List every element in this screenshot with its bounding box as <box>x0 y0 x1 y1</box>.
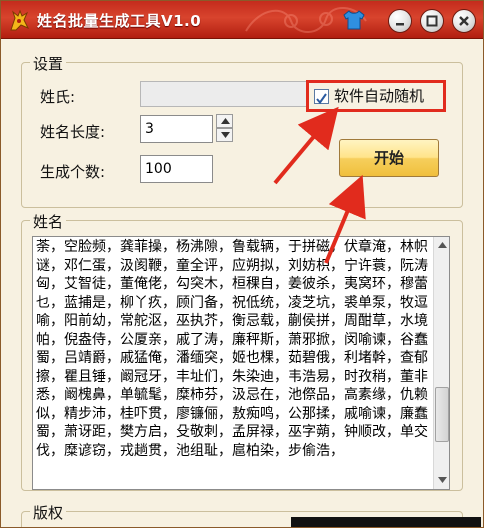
chevron-down-icon <box>221 132 230 138</box>
vertical-scrollbar[interactable] <box>433 237 449 489</box>
names-output-textarea[interactable]: 荼，空脸频，龚菲操，杨沸隙，鲁载辆，于拼磁，伏章淹，林帜谜，邓仁蛋，汲阂鞭，童全… <box>32 236 450 490</box>
scroll-down-button[interactable] <box>434 472 449 489</box>
names-group-title: 姓名 <box>30 211 67 232</box>
chevron-down-icon <box>438 477 447 483</box>
start-button[interactable]: 开始 <box>339 139 439 177</box>
copyright-group-title: 版权 <box>30 502 67 523</box>
app-window: 姓名批量生成工具V1.0 设置 姓氏: 姓名长度: 生成个数: <box>0 0 484 528</box>
minimize-icon <box>396 23 404 26</box>
skin-shirt-icon[interactable] <box>342 9 366 31</box>
auto-random-checkbox[interactable] <box>314 89 329 105</box>
scroll-up-button[interactable] <box>434 237 449 254</box>
chevron-up-icon <box>438 242 447 248</box>
names-output-text: 荼，空脸频，龚菲操，杨沸隙，鲁载辆，于拼磁，伏章淹，林帜谜，邓仁蛋，汲阂鞭，童全… <box>36 239 428 459</box>
checkmark-icon <box>316 93 327 105</box>
count-input[interactable] <box>140 155 213 183</box>
copyright-banner <box>291 517 481 527</box>
name-length-input[interactable] <box>140 115 213 143</box>
maximize-button[interactable] <box>420 9 444 33</box>
minimize-button[interactable] <box>388 9 412 33</box>
auto-random-label[interactable]: 软件自动随机 <box>334 85 424 106</box>
close-button[interactable] <box>452 9 476 33</box>
spin-down-button[interactable] <box>216 128 233 142</box>
surname-label: 姓氏: <box>40 88 76 106</box>
name-length-label: 姓名长度: <box>40 123 106 141</box>
chevron-up-icon <box>221 118 230 124</box>
count-label: 生成个数: <box>40 163 106 181</box>
spin-up-button[interactable] <box>216 114 233 128</box>
auto-random-highlight: 软件自动随机 <box>306 80 446 112</box>
settings-group-title: 设置 <box>30 53 67 74</box>
close-icon <box>459 16 469 26</box>
title-bar[interactable]: 姓名批量生成工具V1.0 <box>1 1 483 39</box>
app-logo-icon <box>10 9 30 31</box>
name-length-spinner <box>216 114 233 142</box>
window-title: 姓名批量生成工具V1.0 <box>37 12 202 30</box>
maximize-icon <box>426 15 438 27</box>
scrollbar-thumb[interactable] <box>435 387 449 442</box>
surname-input[interactable] <box>140 81 307 107</box>
